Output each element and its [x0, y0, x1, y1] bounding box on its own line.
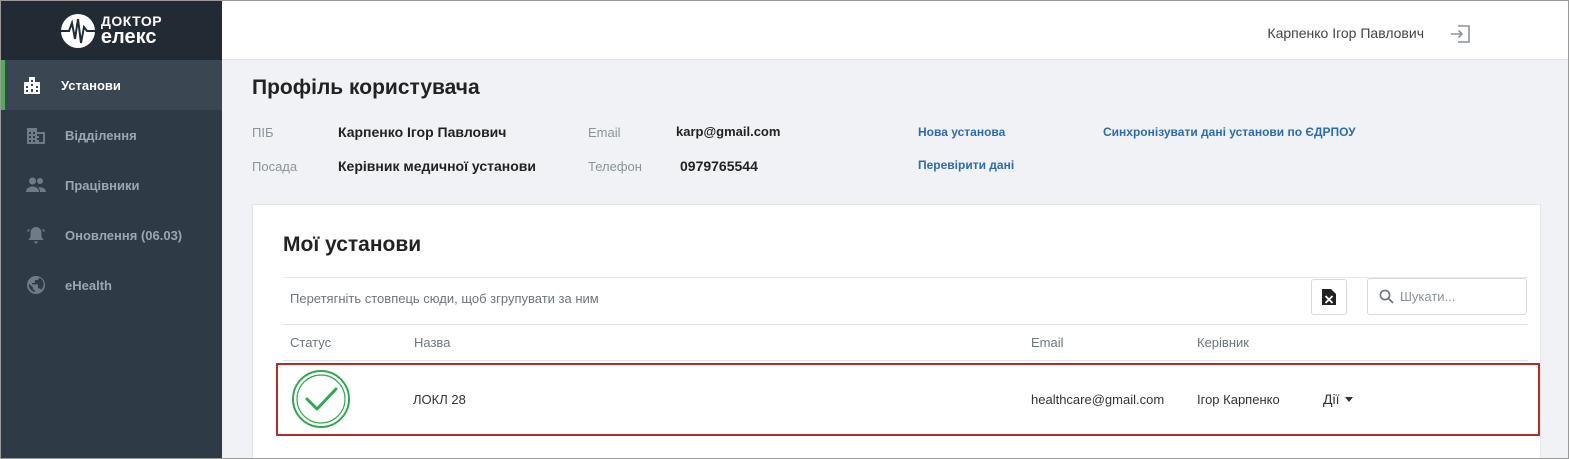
logout-icon[interactable]	[1450, 24, 1472, 44]
globe-icon	[25, 274, 47, 296]
buildings-icon	[21, 74, 43, 96]
sidebar-item-label: Працівники	[65, 177, 140, 193]
table-header: Статус Назва Email Керівник	[283, 325, 1528, 361]
user-name[interactable]: Карпенко Ігор Павлович	[1267, 25, 1424, 41]
email-value: karp@gmail.com	[676, 124, 781, 139]
institution-email: healthcare@gmail.com	[1031, 392, 1165, 407]
column-header-manager[interactable]: Керівник	[1197, 335, 1249, 350]
logo-bar: ДОКТОР елекс	[1, 1, 222, 60]
page-title: Профіль користувача	[252, 76, 480, 99]
phone-value: 0979765544	[680, 158, 758, 174]
actions-dropdown[interactable]: Дії	[1323, 391, 1354, 407]
sidebar-item-ehealth[interactable]: eHealth	[1, 260, 222, 310]
column-header-name[interactable]: Назва	[414, 335, 450, 350]
sidebar-item-label: Відділення	[65, 127, 137, 143]
sidebar-item-label: Установи	[61, 77, 121, 93]
sidebar-item-label: eHealth	[65, 277, 112, 293]
caret-down-icon	[1345, 396, 1354, 402]
sync-edrpou-link[interactable]: Синхронізувати дані установи по ЄДРПОУ	[1103, 125, 1356, 139]
sidebar-item-employees[interactable]: Працівники	[1, 160, 222, 210]
sidebar-item-institutions[interactable]: Установи	[1, 60, 222, 110]
sidebar-nav: Установи Відділення Працівники Оновлення…	[1, 60, 222, 310]
bell-icon	[25, 224, 47, 246]
sidebar-item-label: Оновлення (06.03)	[65, 227, 183, 243]
group-hint: Перетягніть стовпець сюди, щоб згрупуват…	[290, 291, 599, 306]
excel-file-icon	[1322, 289, 1336, 305]
column-header-email[interactable]: Email	[1031, 335, 1064, 350]
actions-label: Дії	[1323, 391, 1340, 407]
email-label: Email	[588, 125, 621, 140]
search-input[interactable]	[1400, 289, 1510, 304]
position-label: Посада	[252, 159, 298, 174]
brand-line2: елекс	[100, 26, 157, 48]
sidebar-item-departments[interactable]: Відділення	[1, 110, 222, 160]
sidebar: ДОКТОР елекс Установи Відділення Працівн…	[1, 1, 222, 458]
search-box[interactable]	[1367, 278, 1527, 315]
logo-pulse-icon	[56, 13, 99, 48]
column-header-status[interactable]: Статус	[290, 335, 331, 350]
phone-label: Телефон	[588, 159, 642, 174]
check-data-link[interactable]: Перевірити дані	[918, 158, 1014, 172]
brand-text: ДОКТОР елекс	[101, 14, 162, 47]
top-bar: Карпенко Ігор Павлович	[222, 1, 1568, 60]
institution-manager: Ігор Карпенко	[1197, 392, 1280, 407]
pib-value: Карпенко Ігор Павлович	[338, 124, 507, 140]
main-content: Профіль користувача ПІБ Карпенко Ігор Па…	[222, 60, 1568, 458]
group-by-panel[interactable]: Перетягніть стовпець сюди, щоб згрупуват…	[283, 277, 1528, 325]
brand-logo[interactable]: ДОКТОР елекс	[56, 13, 162, 48]
app-window: ДОКТОР елекс Установи Відділення Працівн…	[0, 0, 1569, 459]
institutions-title: Мої установи	[283, 233, 422, 256]
sidebar-item-updates[interactable]: Оновлення (06.03)	[1, 210, 222, 260]
building-grid-icon	[25, 124, 47, 146]
position-value: Керівник медичної установи	[338, 158, 537, 174]
new-institution-link[interactable]: Нова установа	[918, 125, 1005, 139]
status-approved-icon	[291, 369, 351, 429]
institutions-card: Мої установи Перетягніть стовпець сюди, …	[252, 204, 1541, 458]
institution-name: ЛОКЛ 28	[413, 392, 466, 407]
export-excel-button[interactable]	[1311, 279, 1347, 315]
search-icon	[1379, 289, 1394, 304]
pib-label: ПІБ	[252, 125, 274, 140]
people-icon	[25, 174, 47, 196]
table-row[interactable]: ЛОКЛ 28 healthcare@gmail.com Ігор Карпен…	[276, 363, 1540, 436]
